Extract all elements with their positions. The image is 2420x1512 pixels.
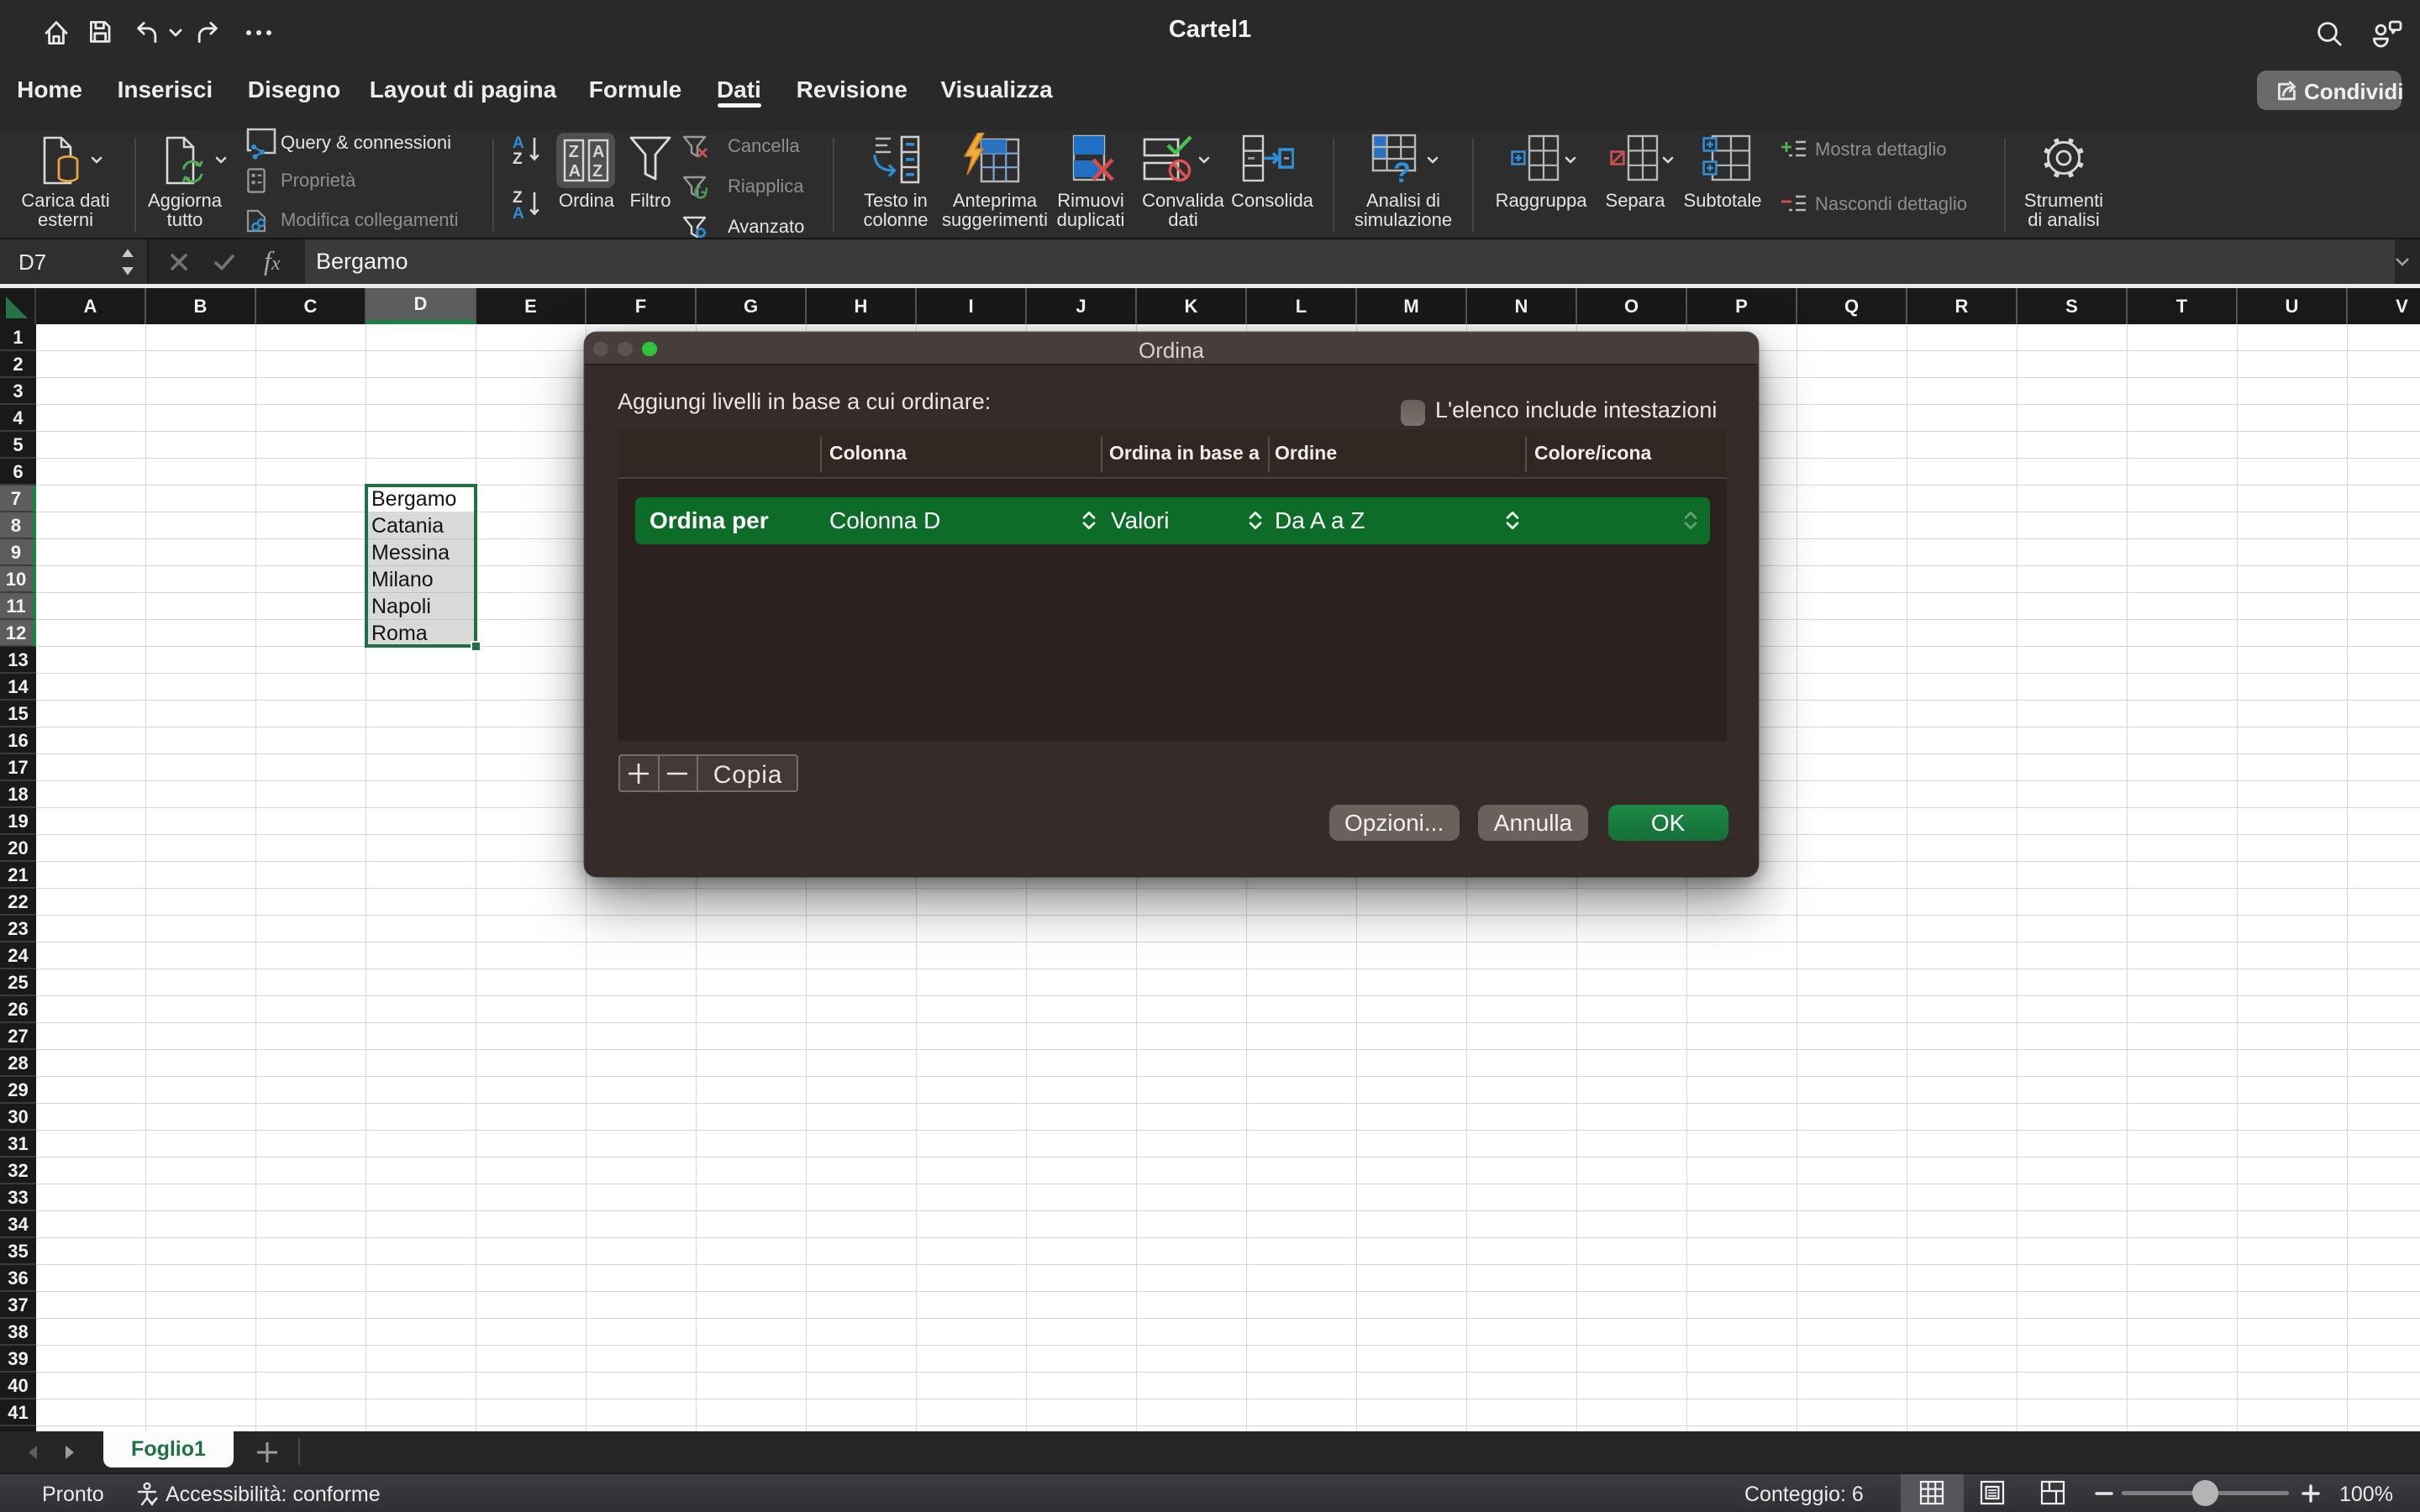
- svg-text:A: A: [569, 162, 581, 181]
- svg-text:A: A: [513, 205, 524, 219]
- svg-text:A: A: [592, 143, 604, 161]
- svg-text:A: A: [513, 134, 524, 152]
- svg-text:Z: Z: [513, 189, 523, 207]
- svg-text:?: ?: [1393, 157, 1411, 184]
- svg-text:Z: Z: [569, 143, 579, 161]
- svg-text:Z: Z: [592, 162, 602, 181]
- svg-text:Z: Z: [513, 150, 523, 165]
